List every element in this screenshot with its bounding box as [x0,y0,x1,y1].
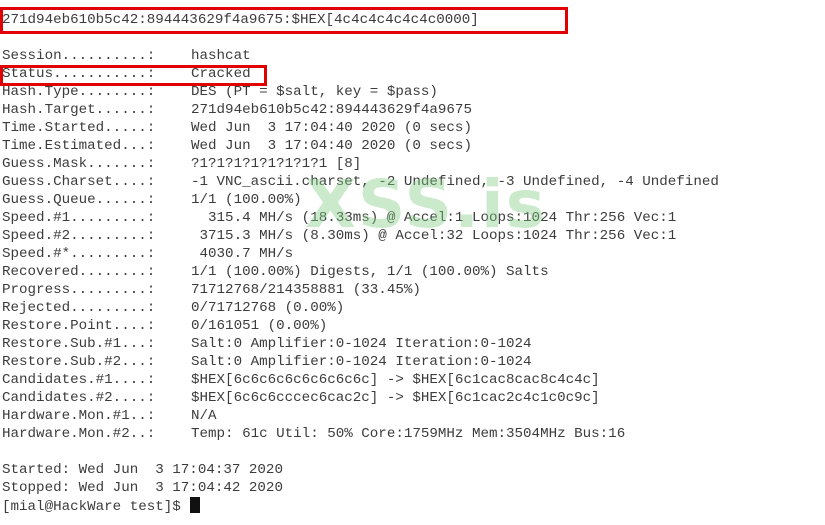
stat-key: Time.Estimated...: [2,138,156,154]
stat-value: Salt:0 Amplifier:0-1024 Iteration:0-1024 [191,354,532,370]
stat-key: Speed.#*.........: [2,246,156,262]
started-time-line: Started: Wed Jun 3 17:04:37 2020 [2,462,283,478]
stat-key: Recovered........: [2,264,156,280]
stat-value: 0/161051 (0.00%) [191,318,328,334]
stat-value: $HEX[6c6c6c6c6c6c6c6c] -> $HEX[6c1cac8ca… [191,372,600,388]
stat-value: Salt:0 Amplifier:0-1024 Iteration:0-1024 [191,336,532,352]
stat-key: Progress.........: [2,282,156,298]
stat-key: Speed.#1.........: [2,210,156,226]
stat-key: Rejected.........: [2,300,156,316]
terminal-window[interactable]: 271d94eb610b5c42:894443629f4a9675:$HEX[4… [0,0,825,525]
stat-value: Temp: 61c Util: 50% Core:1759MHz Mem:350… [191,426,626,442]
stat-key: Hardware.Mon.#2..: [2,426,156,442]
stat-row-rejected: Rejected.........: 0/71712768 (0.00%) [2,299,719,317]
hash-highlight-box [0,7,568,34]
stat-row-candidates-1: Candidates.#1....: $HEX[6c6c6c6c6c6c6c6c]… [2,371,719,389]
stat-row-session: Session..........: hashcat [2,47,719,65]
stat-row-time-estimated: Time.Estimated...: Wed Jun 3 17:04:40 202… [2,137,719,155]
stat-row-speed-total: Speed.#*.........: 4030.7 MH/s [2,245,719,263]
stat-value: 1/1 (100.00%) Digests, 1/1 (100.00%) Sal… [191,264,549,280]
stat-key: Guess.Mask.......: [2,156,156,172]
stat-value: 271d94eb610b5c42:894443629f4a9675 [191,102,472,118]
stat-row-hardware-mon-2: Hardware.Mon.#2..: Temp: 61c Util: 50% Co… [2,425,719,443]
shell-prompt-line[interactable]: [mial@HackWare test]$ [2,497,200,515]
stat-key: Guess.Queue......: [2,192,156,208]
shell-prompt: [mial@HackWare test]$ [2,499,181,515]
hashcat-status-block: Session..........: hashcat Status........… [2,47,719,443]
stat-value: $HEX[6c6c6cccec6cac2c] -> $HEX[6c1cac2c4… [191,390,600,406]
stat-key: Restore.Point....: [2,318,156,334]
stat-row-time-started: Time.Started.....: Wed Jun 3 17:04:40 202… [2,119,719,137]
stat-row-restore-sub-1: Restore.Sub.#1...: Salt:0 Amplifier:0-102… [2,335,719,353]
stat-key: Time.Started.....: [2,120,156,136]
status-highlight-box [0,65,267,86]
stat-value: Wed Jun 3 17:04:40 2020 (0 secs) [191,138,472,154]
stopped-time-line: Stopped: Wed Jun 3 17:04:42 2020 [2,480,283,496]
stat-key: Session..........: [2,48,156,64]
stat-key: Hash.Target......: [2,102,156,118]
stat-value: 0/71712768 (0.00%) [191,300,345,316]
terminal-cursor [189,497,200,513]
stat-key: Hardware.Mon.#1..: [2,408,156,424]
stat-row-restore-sub-2: Restore.Sub.#2...: Salt:0 Amplifier:0-102… [2,353,719,371]
stat-key: Candidates.#2....: [2,390,156,406]
stat-value: hashcat [191,48,251,64]
stat-row-hash-target: Hash.Target......: 271d94eb610b5c42:89444… [2,101,719,119]
stat-row-hardware-mon-1: Hardware.Mon.#1..: N/A [2,407,719,425]
stat-key: Restore.Sub.#1...: [2,336,156,352]
stat-value: 1/1 (100.00%) [191,192,302,208]
stat-row-candidates-2: Candidates.#2....: $HEX[6c6c6cccec6cac2c]… [2,389,719,407]
stat-row-recovered: Recovered........: 1/1 (100.00%) Digests,… [2,263,719,281]
stat-value: 71712768/214358881 (33.45%) [191,282,421,298]
stat-value: 4030.7 MH/s [191,246,294,262]
stat-key: Guess.Charset....: [2,174,156,190]
stat-key: Restore.Sub.#2...: [2,354,156,370]
stat-key: Speed.#2.........: [2,228,156,244]
stat-row-progress: Progress.........: 71712768/214358881 (33… [2,281,719,299]
watermark-logo: XSS.is [305,166,547,243]
stat-row-restore-point: Restore.Point....: 0/161051 (0.00%) [2,317,719,335]
stat-value: Wed Jun 3 17:04:40 2020 (0 secs) [191,120,472,136]
stat-key: Candidates.#1....: [2,372,156,388]
stat-value: N/A [191,408,217,424]
stat-value: DES (PT = $salt, key = $pass) [191,84,438,100]
